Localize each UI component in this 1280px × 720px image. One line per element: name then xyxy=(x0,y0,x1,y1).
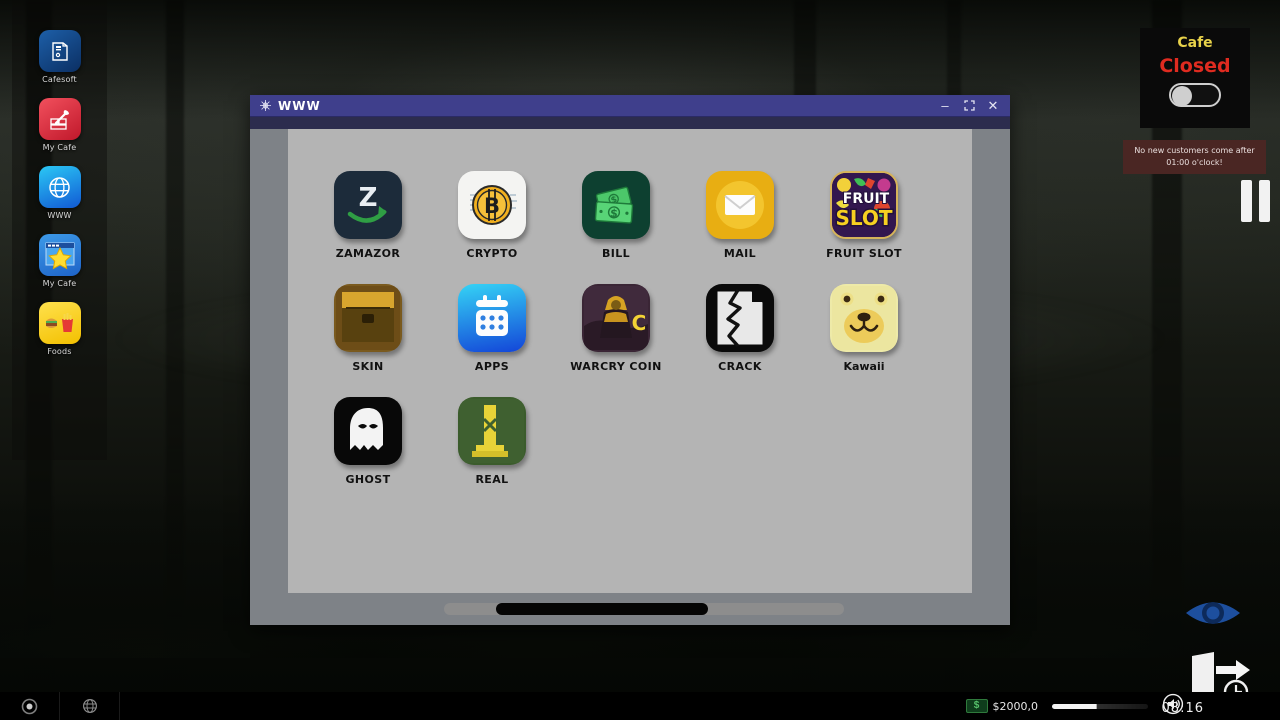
browser-page-area: Z ZAMAZOR xyxy=(288,129,972,593)
app-tile-fruit-slot[interactable]: FRUIT SLOT FRUIT SLOT xyxy=(802,171,926,260)
globe-icon xyxy=(39,166,81,208)
desktop-icon-label: My Cafe xyxy=(43,143,77,152)
app-tile-zamazor[interactable]: Z ZAMAZOR xyxy=(306,171,430,260)
app-label: BILL xyxy=(602,247,630,260)
window-title-underbar xyxy=(250,117,1010,129)
game-clock: 08:16 xyxy=(1162,701,1204,716)
svg-text:Z: Z xyxy=(359,183,378,213)
warcry-coin-icon: C xyxy=(582,284,650,352)
app-label: SKIN xyxy=(352,360,383,373)
app-label: WARCRY COIN xyxy=(570,360,661,373)
app-tile-kawaii[interactable]: Kawaii xyxy=(802,284,926,373)
zamazor-icon: Z xyxy=(334,171,402,239)
app-tile-warcry-coin[interactable]: C WARCRY COIN xyxy=(554,284,678,373)
spider-web-icon xyxy=(258,99,272,113)
bear-face-icon xyxy=(830,284,898,352)
app-label: MAIL xyxy=(724,247,756,260)
window-title: WWW xyxy=(278,99,321,113)
envelope-icon xyxy=(706,171,774,239)
desktop-icon-my-cafe-editor[interactable]: My Cafe xyxy=(12,98,107,152)
svg-text:SLOT: SLOT xyxy=(835,206,892,230)
cafe-panel-title: Cafe xyxy=(1177,35,1212,51)
money-symbol: $ xyxy=(974,701,980,711)
money-amount: $2000,0 xyxy=(993,700,1039,713)
app-tile-mail[interactable]: MAIL xyxy=(678,171,802,260)
burger-fries-icon xyxy=(39,302,81,344)
cafe-tooltip: No new customers come after 01:00 o'cloc… xyxy=(1123,140,1266,174)
real-statue-icon xyxy=(458,397,526,465)
toggle-knob xyxy=(1172,86,1192,106)
desktop-icon-label: My Cafe xyxy=(43,279,77,288)
volume-slider[interactable] xyxy=(1052,704,1148,709)
app-tile-ghost[interactable]: GHOST xyxy=(306,397,430,486)
app-tile-bill[interactable]: $ $ BILL xyxy=(554,171,678,260)
pause-bar-right xyxy=(1259,180,1270,222)
window-title-bar[interactable]: WWW – ✕ xyxy=(250,95,1010,117)
star-window-icon xyxy=(39,234,81,276)
money-display: $ $2000,0 xyxy=(966,699,1039,713)
desktop-icon-label: WWW xyxy=(47,211,71,220)
app-label: APPS xyxy=(475,360,509,373)
app-label: FRUIT SLOT xyxy=(826,247,902,260)
taskbar: $ $2000,0 xyxy=(0,692,1280,720)
close-button[interactable]: ✕ xyxy=(986,99,1000,113)
ghost-icon xyxy=(334,397,402,465)
app-label: ZAMAZOR xyxy=(336,247,401,260)
app-tile-apps[interactable]: APPS xyxy=(430,284,554,373)
cafe-open-close-toggle[interactable] xyxy=(1169,83,1221,107)
calendar-apps-icon xyxy=(458,284,526,352)
app-label: GHOST xyxy=(345,473,390,486)
fruit-slot-icon: FRUIT SLOT xyxy=(830,171,898,239)
taskbar-right-cluster: $ $2000,0 xyxy=(966,692,1280,720)
desktop-icon-cafesoft[interactable]: Cafesoft xyxy=(12,30,107,84)
cash-banknotes-icon: $ $ xyxy=(582,171,650,239)
desktop-icon-label: Foods xyxy=(47,347,71,356)
record-target-icon[interactable] xyxy=(0,692,60,720)
cafe-status-panel: Cafe Closed xyxy=(1140,28,1250,128)
loot-crate-icon xyxy=(334,284,402,352)
browser-body: Z ZAMAZOR xyxy=(250,129,1010,625)
svg-text:FRUIT: FRUIT xyxy=(843,191,890,207)
bitcoin-coin-icon: B xyxy=(458,171,526,239)
maximize-restore-button[interactable] xyxy=(962,99,976,113)
scrollbar-thumb[interactable] xyxy=(496,603,708,615)
browser-window: WWW – ✕ Z xyxy=(250,95,1010,625)
app-label: REAL xyxy=(475,473,508,486)
desktop-icon-rail: Cafesoft My Cafe WWW xyxy=(12,0,107,460)
pause-bar-left xyxy=(1241,180,1252,222)
app-label: Kawaii xyxy=(843,360,884,373)
money-bill-icon: $ xyxy=(966,699,988,713)
pc-tower-icon xyxy=(39,30,81,72)
app-tile-skin[interactable]: SKIN xyxy=(306,284,430,373)
app-tile-crack[interactable]: CRACK xyxy=(678,284,802,373)
cracked-file-icon xyxy=(706,284,774,352)
app-tile-real[interactable]: REAL xyxy=(430,397,554,486)
desktop-icon-my-cafe[interactable]: My Cafe xyxy=(12,234,107,288)
taskbar-left-buttons xyxy=(0,692,120,720)
app-label: CRACK xyxy=(718,360,762,373)
pause-button[interactable] xyxy=(1241,180,1270,222)
cafe-status-text: Closed xyxy=(1159,55,1230,77)
horizontal-scrollbar[interactable] xyxy=(444,603,844,615)
eye-toggle-button[interactable] xyxy=(1183,592,1243,634)
app-grid: Z ZAMAZOR xyxy=(288,171,972,510)
svg-text:$: $ xyxy=(610,207,619,221)
app-tile-crypto[interactable]: B CRYPTO xyxy=(430,171,554,260)
window-controls: – ✕ xyxy=(938,99,1006,113)
desktop-icon-label: Cafesoft xyxy=(42,75,77,84)
svg-text:C: C xyxy=(632,311,647,335)
svg-text:B: B xyxy=(484,194,500,218)
app-label: CRYPTO xyxy=(466,247,517,260)
desktop-icon-foods[interactable]: Foods xyxy=(12,302,107,356)
brush-tiles-icon xyxy=(39,98,81,140)
desktop-icon-www[interactable]: WWW xyxy=(12,166,107,220)
globe-icon[interactable] xyxy=(60,692,120,720)
minimize-button[interactable]: – xyxy=(938,99,952,113)
